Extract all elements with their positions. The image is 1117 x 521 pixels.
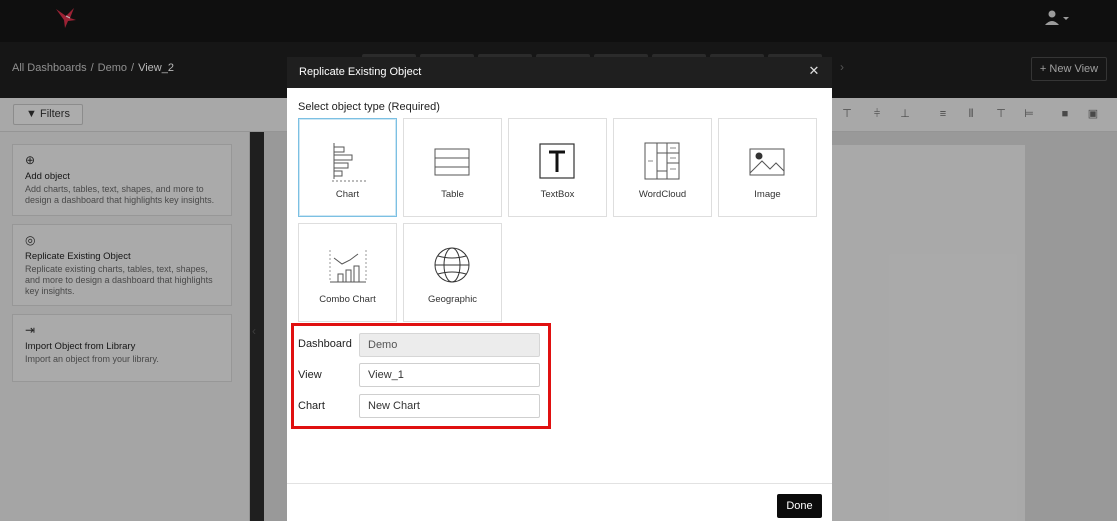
view-label: View (298, 369, 322, 381)
chart-name-label: Chart (298, 400, 325, 412)
view-field[interactable] (359, 363, 540, 387)
close-icon[interactable]: ✕ (806, 63, 822, 79)
image-icon (749, 148, 785, 176)
type-tile-textbox[interactable]: TextBox (508, 118, 607, 217)
chart-name-field[interactable] (359, 394, 540, 418)
done-button[interactable]: Done (777, 494, 822, 518)
table-icon (434, 148, 470, 176)
wordcloud-icon (644, 142, 680, 180)
type-label: Combo Chart (319, 294, 376, 305)
type-label: WordCloud (638, 189, 687, 200)
type-label: Image (754, 189, 781, 200)
type-tile-wordcloud[interactable]: WordCloud (613, 118, 712, 217)
type-tile-combo-chart[interactable]: Combo Chart (298, 223, 397, 322)
object-type-label: Select object type (Required) (298, 101, 440, 113)
type-tile-table[interactable]: Table (403, 118, 502, 217)
dashboard-label: Dashboard (298, 338, 352, 350)
type-tile-geographic[interactable]: Geographic (403, 223, 502, 322)
type-label: TextBox (540, 189, 575, 200)
dialog-footer-divider (287, 483, 832, 484)
type-label: Table (441, 189, 464, 200)
type-tile-image[interactable]: Image (718, 118, 817, 217)
globe-icon (434, 247, 470, 283)
combo-chart-icon (329, 250, 367, 283)
replicate-object-dialog: Replicate Existing Object ✕ Select objec… (287, 57, 832, 521)
dialog-header: Replicate Existing Object ✕ (287, 57, 832, 88)
type-label: Chart (335, 189, 360, 200)
dialog-title: Replicate Existing Object (299, 66, 422, 78)
type-label: Geographic (427, 294, 478, 305)
textbox-icon (539, 143, 575, 179)
type-tile-chart[interactable]: Chart (298, 118, 397, 217)
chart-icon (332, 143, 366, 182)
dashboard-field (359, 333, 540, 357)
